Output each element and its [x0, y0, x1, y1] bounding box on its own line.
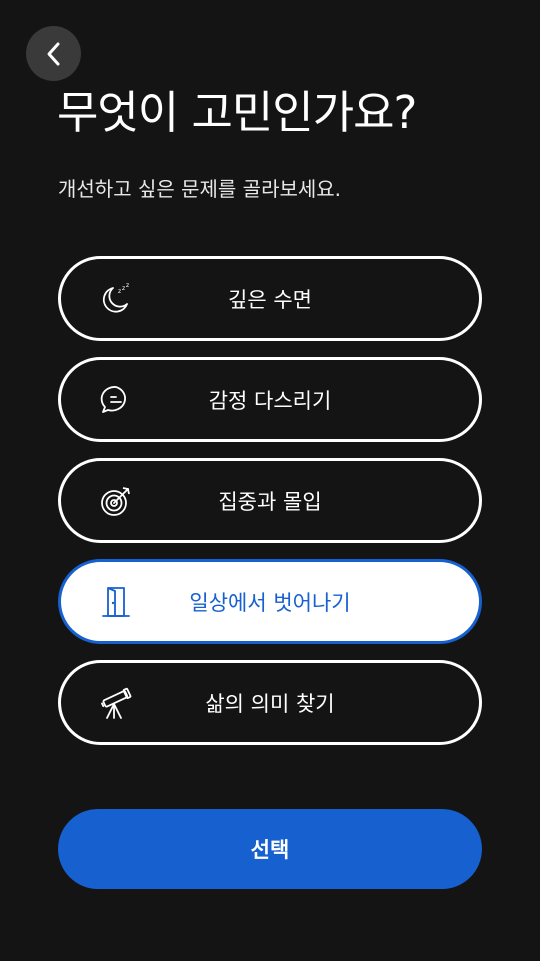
select-button[interactable]: 선택: [58, 809, 482, 889]
telescope-icon: [99, 686, 133, 720]
page-title: 무엇이 고민인가요?: [57, 86, 417, 139]
option-focus[interactable]: 집중과 몰입: [58, 458, 482, 543]
option-label: 집중과 몰입: [218, 489, 322, 514]
svg-text:z: z: [118, 288, 121, 295]
option-label: 삶의 의미 찾기: [205, 691, 335, 716]
svg-text:z: z: [126, 282, 129, 289]
option-label: 깊은 수면: [228, 287, 312, 312]
screen: 무엇이 고민인가요? 개선하고 싶은 문제를 골라보세요. z z z 깊은 수…: [0, 0, 540, 961]
target-arrow-icon: [99, 484, 133, 518]
select-button-label: 선택: [250, 838, 290, 862]
option-escape-daily-life[interactable]: 일상에서 벗어나기: [58, 559, 482, 644]
option-deep-sleep[interactable]: z z z 깊은 수면: [58, 256, 482, 341]
chevron-left-icon: [47, 42, 59, 65]
option-list: z z z 깊은 수면 감정 다스리기 집중과 몰입 일상에서 벗어나기 삶의 …: [58, 256, 482, 761]
option-label: 감정 다스리기: [208, 388, 332, 413]
option-meaning-of-life[interactable]: 삶의 의미 찾기: [58, 660, 482, 745]
option-emotion-control[interactable]: 감정 다스리기: [58, 357, 482, 442]
svg-text:z: z: [122, 285, 125, 292]
door-icon: [99, 585, 133, 619]
page-subtitle: 개선하고 싶은 문제를 골라보세요.: [58, 177, 342, 201]
moon-sleep-icon: z z z: [99, 282, 133, 316]
chat-bubble-icon: [99, 383, 133, 417]
back-button[interactable]: [26, 26, 81, 81]
option-label: 일상에서 벗어나기: [189, 590, 351, 615]
